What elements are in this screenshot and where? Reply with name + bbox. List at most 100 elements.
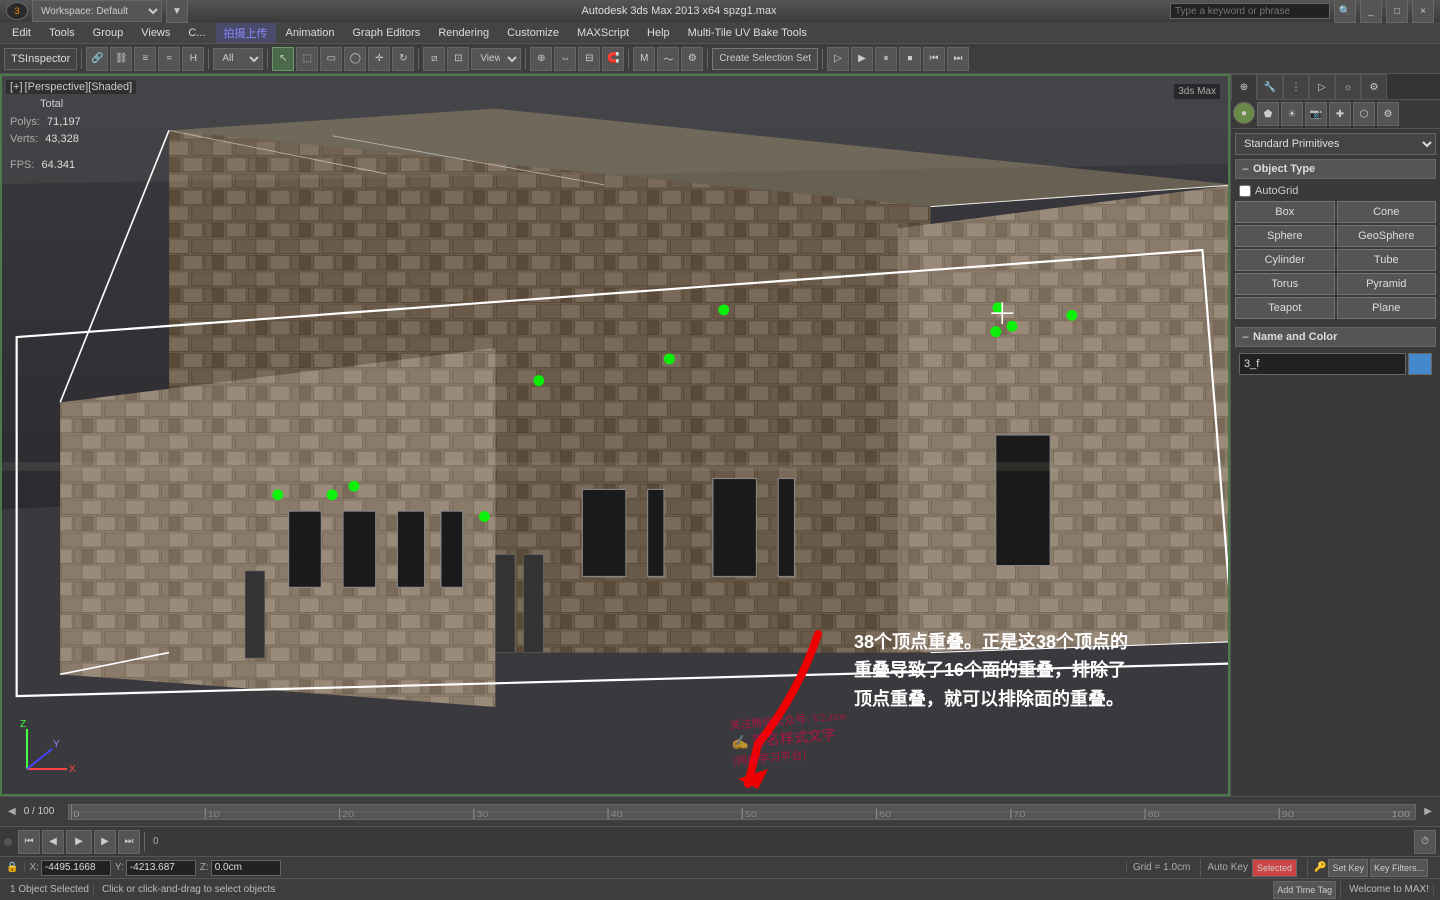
key-filters-btn[interactable]: Key Filters... (1370, 859, 1428, 877)
unlink-btn[interactable]: ⛓ (110, 47, 132, 71)
menu-graph-editors[interactable]: Graph Editors (344, 25, 428, 41)
select-by-name-btn[interactable]: H (182, 47, 204, 71)
y-input[interactable] (126, 860, 196, 876)
bind2-btn[interactable]: ≈ (158, 47, 180, 71)
select-region-btn[interactable]: ⬚ (296, 47, 318, 71)
close-btn[interactable]: × (1412, 0, 1434, 23)
menu-views[interactable]: Views (133, 25, 178, 41)
ref-coord-btn[interactable]: ⊡ (447, 47, 469, 71)
panel-camera-icon[interactable]: 📷 (1305, 102, 1327, 126)
go-to-end-btn[interactable]: ⏭ (118, 830, 140, 854)
panel-geo-icon[interactable]: ● (1233, 102, 1255, 124)
scale-btn[interactable]: ⧄ (423, 47, 445, 71)
box-btn[interactable]: Box (1235, 201, 1335, 223)
anim-btn5[interactable]: ⏮ (923, 47, 945, 71)
menu-animation[interactable]: Animation (278, 25, 343, 41)
autogrid-checkbox[interactable] (1239, 185, 1251, 197)
pyramid-btn[interactable]: Pyramid (1337, 273, 1437, 295)
mirror-btn[interactable]: ⇔ (554, 47, 576, 71)
panel-helper-icon[interactable]: ✚ (1329, 102, 1351, 126)
tube-btn[interactable]: Tube (1337, 249, 1437, 271)
panel-tab-create[interactable]: ⊕ (1231, 74, 1257, 100)
search-input[interactable] (1170, 3, 1330, 19)
bind-btn[interactable]: ≡ (134, 47, 156, 71)
select-circ-btn[interactable]: ◯ (344, 47, 366, 71)
panel-tab-motion[interactable]: ▷ (1309, 74, 1335, 100)
minimize-btn[interactable]: _ (1360, 0, 1382, 23)
menu-tools[interactable]: Tools (41, 25, 83, 41)
time-config-btn[interactable]: ⏱ (1414, 830, 1436, 854)
x-input[interactable] (41, 860, 111, 876)
add-time-tag-btn[interactable]: Add Time Tag (1273, 881, 1336, 899)
object-type-header[interactable]: − Object Type (1235, 159, 1436, 179)
panel-tab-hierarchy[interactable]: ⋮ (1283, 74, 1309, 100)
viewport-plus[interactable]: [+] (10, 81, 25, 93)
autokey-btn[interactable]: Selected (1252, 859, 1297, 877)
menu-group[interactable]: Group (85, 25, 132, 41)
set-key-btn[interactable]: Set Key (1328, 859, 1368, 877)
panel-space-icon[interactable]: ⬡ (1353, 102, 1375, 126)
go-to-start-btn[interactable]: ⏮ (18, 830, 40, 854)
maximize-btn[interactable]: □ (1386, 0, 1408, 23)
cone-btn[interactable]: Cone (1337, 201, 1437, 223)
teapot-btn[interactable]: Teapot (1235, 297, 1335, 319)
primitives-dropdown[interactable]: Standard Primitives (1235, 133, 1436, 155)
cylinder-btn[interactable]: Cylinder (1235, 249, 1335, 271)
lock-icon[interactable]: 🔒 (6, 862, 18, 873)
next-frame-btn[interactable]: ▶ (94, 830, 116, 854)
torus-btn[interactable]: Torus (1235, 273, 1335, 295)
menu-customize[interactable]: Customize (499, 25, 567, 41)
menu-c[interactable]: C... (180, 25, 213, 41)
render-setup-btn[interactable]: ⚙ (681, 47, 703, 71)
workspace-dropdown[interactable]: Workspace: Default (32, 0, 162, 22)
create-selection-btn[interactable]: Create Selection Set (712, 48, 818, 70)
search-icon[interactable]: 🔍 (1334, 0, 1356, 23)
select-btn[interactable]: ↖ (272, 47, 294, 71)
menu-help[interactable]: Help (639, 25, 678, 41)
align-btn[interactable]: ⊟ (578, 47, 600, 71)
panel-light-icon[interactable]: ☀ (1281, 102, 1303, 126)
rotate-btn[interactable]: ↻ (392, 47, 414, 71)
menu-maxscript[interactable]: MAXScript (569, 25, 637, 41)
sphere-btn[interactable]: Sphere (1235, 225, 1335, 247)
play-btn[interactable]: ▶ (66, 830, 92, 854)
app-logo[interactable]: 3 (6, 2, 28, 20)
filter-dropdown[interactable]: All (213, 48, 263, 70)
material-btn[interactable]: M (633, 47, 655, 71)
curve-btn[interactable]: 〜 (657, 47, 679, 71)
anim-btn6[interactable]: ⏭ (947, 47, 969, 71)
anim-btn4[interactable]: ⏹ (899, 47, 921, 71)
pivot-btn[interactable]: ⊕ (530, 47, 552, 71)
menu-edit[interactable]: Edit (4, 25, 39, 41)
panel-tab-display[interactable]: ☼ (1335, 74, 1361, 100)
name-color-header[interactable]: − Name and Color (1235, 327, 1436, 347)
viewport-perspective[interactable]: [Perspective] (25, 81, 89, 93)
viewport[interactable]: [+] [Perspective] [Shaded] Total Polys: … (0, 74, 1230, 796)
anim-btn2[interactable]: ▶ (851, 47, 873, 71)
workspace-arrow[interactable]: ▼ (166, 0, 188, 23)
color-swatch[interactable] (1408, 353, 1432, 375)
timeline-track[interactable]: 0 10 20 30 40 50 60 70 80 90 1 (68, 804, 1417, 820)
anim-btn3[interactable]: ⏸ (875, 47, 897, 71)
ts-inspector-btn[interactable]: TSInspector (4, 48, 77, 70)
menu-rendering[interactable]: Rendering (430, 25, 497, 41)
snap-btn[interactable]: 🧲 (602, 47, 624, 71)
name-input[interactable] (1239, 353, 1406, 375)
plane-btn[interactable]: Plane (1337, 297, 1437, 319)
panel-system-icon[interactable]: ⚙ (1377, 102, 1399, 126)
move-btn[interactable]: ✛ (368, 47, 390, 71)
z-input[interactable] (211, 860, 281, 876)
menu-upload[interactable]: 拍摄上传 (216, 23, 276, 43)
geosphere-btn[interactable]: GeoSphere (1337, 225, 1437, 247)
panel-tab-utility[interactable]: ⚙ (1361, 74, 1387, 100)
anim-btn1[interactable]: ▷ (827, 47, 849, 71)
collapse-icon-2: − (1242, 330, 1249, 344)
panel-shape-icon[interactable]: ⬟ (1257, 102, 1279, 126)
view-dropdown[interactable]: View (471, 48, 521, 70)
link-btn[interactable]: 🔗 (86, 47, 108, 71)
prev-frame-btn[interactable]: ◀ (42, 830, 64, 854)
menu-multitile[interactable]: Multi-Tile UV Bake Tools (680, 25, 815, 41)
select-rect-btn[interactable]: ▭ (320, 47, 342, 71)
panel-tab-modify[interactable]: 🔧 (1257, 74, 1283, 100)
viewport-shaded[interactable]: [Shaded] (88, 81, 132, 93)
